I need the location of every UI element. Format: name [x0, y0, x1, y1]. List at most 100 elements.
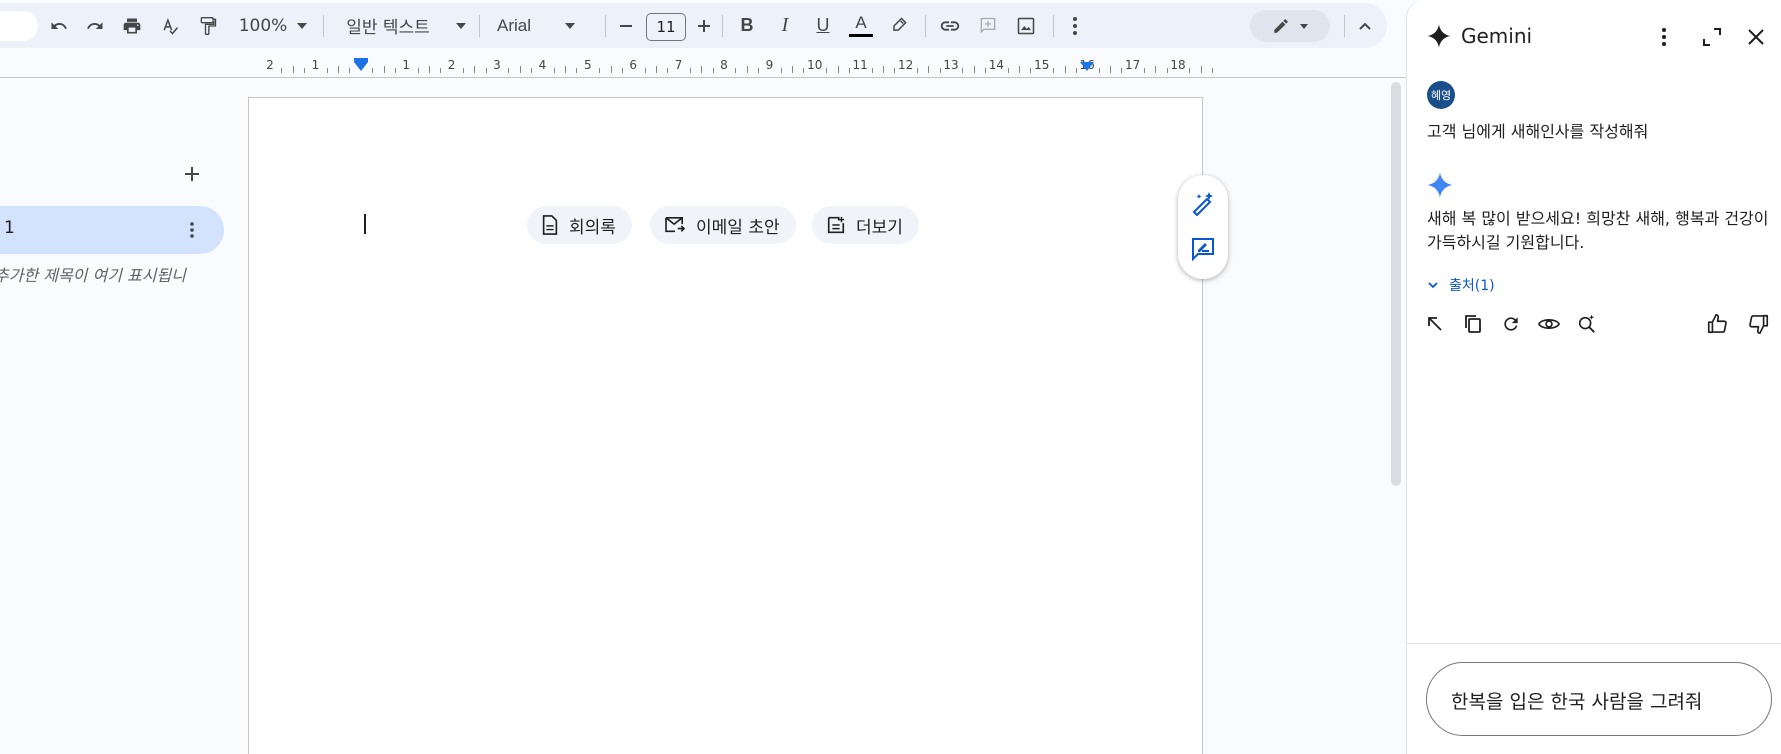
- ruler-label: 18: [1170, 58, 1186, 72]
- user-prompt-message: 고객 님에게 새해인사를 작성해줘: [1427, 122, 1649, 141]
- redo-icon[interactable]: [80, 3, 110, 48]
- ruler-tick: [1155, 66, 1157, 73]
- font-size-input[interactable]: 11: [646, 13, 686, 41]
- ruler-tick: [621, 68, 623, 73]
- add-comment-button[interactable]: [972, 3, 1004, 48]
- more-options-button[interactable]: [1060, 3, 1090, 48]
- print-icon[interactable]: [117, 3, 147, 48]
- ruler-label: 3: [493, 58, 501, 72]
- ruler-tick: [1109, 66, 1111, 73]
- gemini-expand-button[interactable]: [1697, 22, 1727, 52]
- refresh-icon: [1504, 317, 1518, 331]
- ruler-tick: [1121, 68, 1123, 73]
- ruler-label: 13: [943, 58, 959, 72]
- highlight-color-button[interactable]: [884, 3, 914, 48]
- gemini-more-button[interactable]: [1649, 22, 1679, 52]
- thumbs-down-button[interactable]: [1745, 310, 1773, 338]
- insert-link-button[interactable]: [934, 3, 966, 48]
- ruler-tick: [1075, 68, 1077, 73]
- gemini-close-button[interactable]: [1741, 22, 1771, 52]
- more-vert-icon: [1073, 16, 1077, 35]
- italic-button[interactable]: I: [770, 3, 800, 48]
- document-tab-item[interactable]: 1: [0, 206, 224, 254]
- toolbar-divider: [1344, 15, 1345, 37]
- chip-more[interactable]: 더보기: [812, 206, 919, 244]
- gemini-response-icon: [1427, 172, 1453, 198]
- gemini-answer: 새해 복 많이 받으세요! 희망찬 새해, 행복과 건강이 가득하시길 기원합니…: [1427, 209, 1769, 252]
- tab-label: 1: [4, 218, 15, 238]
- chat-edit-icon: [1192, 238, 1214, 262]
- undo-icon[interactable]: [44, 3, 74, 48]
- font-family-select[interactable]: Arial: [497, 3, 595, 48]
- left-indent-marker[interactable]: [353, 62, 368, 71]
- right-indent-marker[interactable]: [1080, 62, 1095, 71]
- preview-button[interactable]: [1535, 310, 1563, 338]
- document-page[interactable]: 회의록 이메일 초안 더보기: [248, 97, 1203, 754]
- tab-options-button[interactable]: [180, 218, 204, 242]
- ruler-tick: [304, 68, 306, 73]
- ruler-tick: [1166, 68, 1168, 73]
- ruler-tick: [735, 68, 737, 73]
- gemini-spark-icon: [1427, 24, 1451, 48]
- ruler-label: 8: [720, 58, 728, 72]
- chip-label: 회의록: [569, 217, 616, 238]
- ruler-label: 4: [538, 58, 547, 72]
- regenerate-button[interactable]: [1497, 310, 1525, 338]
- paint-format-icon[interactable]: [193, 3, 223, 48]
- magic-pen-icon: [1192, 192, 1213, 216]
- expand-icon: [1703, 28, 1721, 46]
- bold-button[interactable]: B: [732, 3, 762, 48]
- underline-icon: U: [816, 15, 830, 35]
- toolbar-divider: [605, 15, 606, 37]
- spellcheck-icon[interactable]: [155, 3, 185, 48]
- horizontal-ruler[interactable]: 2 1 1 2 3 4 5 6 7 8 9 10 11 12 13 14 15 16 17 18: [248, 52, 1214, 78]
- insert-image-button[interactable]: [1010, 3, 1042, 48]
- ruler-tick: [428, 66, 430, 73]
- ruler-tick: [462, 68, 464, 73]
- hide-menus-button[interactable]: [1350, 3, 1380, 48]
- insert-button[interactable]: [1421, 310, 1449, 338]
- ruler-tick: [644, 68, 646, 73]
- ruler-tick: [985, 68, 987, 73]
- sources-toggle[interactable]: 출처(1): [1427, 275, 1495, 295]
- ruler-tick: [417, 68, 419, 73]
- ruler-label: 1: [311, 58, 320, 72]
- ruler-tick: [531, 68, 533, 73]
- ruler-tick: [599, 68, 601, 73]
- ruler-tick: [349, 68, 351, 73]
- ai-feedback-button[interactable]: [1188, 234, 1218, 264]
- first-line-indent-marker[interactable]: [353, 58, 368, 62]
- ruler-tick: [1007, 68, 1009, 73]
- gemini-side-panel: Gemini 혜영 고객 님에게 새해인사를 작성해줘 새해 복 많이 받으세요…: [1406, 0, 1781, 754]
- collapse-icon: [1359, 22, 1371, 30]
- document-scrollbar[interactable]: [1391, 82, 1401, 486]
- thumbs-up-button[interactable]: [1703, 310, 1731, 338]
- double-check-button[interactable]: [1573, 310, 1601, 338]
- increase-font-size-button[interactable]: [692, 3, 716, 48]
- thumbs-up-icon: [1707, 314, 1727, 334]
- menu-search-box[interactable]: [0, 11, 38, 41]
- ruler-tick: [1019, 66, 1021, 73]
- ruler-label: 15: [1034, 58, 1050, 72]
- ruler-tick: [962, 68, 964, 73]
- insert-image-icon: [1017, 17, 1035, 34]
- edit-mode-icon: [1274, 19, 1288, 33]
- decrease-font-size-button[interactable]: [614, 3, 638, 48]
- editing-mode-select[interactable]: [1250, 10, 1330, 42]
- gemini-prompt-input[interactable]: 한복을 입은 한국 사람을 그려줘: [1426, 662, 1772, 736]
- underline-button[interactable]: U: [808, 3, 838, 48]
- ruler-label: 2: [266, 58, 274, 72]
- add-tab-button[interactable]: [180, 162, 204, 186]
- chip-email-draft[interactable]: 이메일 초안: [650, 206, 796, 244]
- copy-button[interactable]: [1459, 310, 1487, 338]
- help-me-write-button[interactable]: [1188, 188, 1218, 218]
- add-comment-icon: [980, 17, 996, 33]
- more-vert-icon: [1662, 28, 1666, 46]
- zoom-select[interactable]: 100%: [237, 3, 309, 48]
- document-icon: [542, 215, 558, 235]
- chip-meeting-notes[interactable]: 회의록: [527, 206, 632, 244]
- ruler-tick: [1053, 68, 1055, 73]
- ruler-tick: [1212, 68, 1214, 73]
- text-color-button[interactable]: A: [846, 3, 876, 48]
- paragraph-style-select[interactable]: 일반 텍스트: [343, 3, 469, 48]
